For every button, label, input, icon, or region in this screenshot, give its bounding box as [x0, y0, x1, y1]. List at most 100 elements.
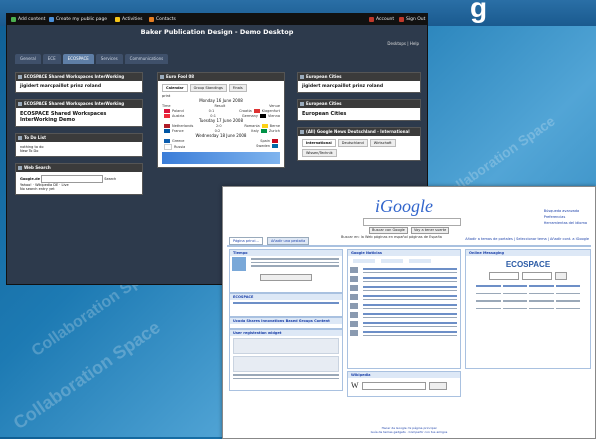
account-icon: [369, 17, 374, 22]
gadget-ecospace: ECOSPACE: [229, 293, 343, 317]
configure-button[interactable]: [260, 274, 312, 281]
gadget-user-registration: User registration widget: [229, 329, 343, 391]
widget-body[interactable]: European Cities: [298, 108, 420, 120]
desktop-column-1: ECOSPACE Shared Workspaces InterWorking …: [15, 72, 143, 201]
contacts-icon: [149, 17, 154, 22]
widget-title[interactable]: (All) Google News Deutschland - Internat…: [298, 128, 420, 136]
search-input[interactable]: [41, 175, 104, 183]
widget-title[interactable]: To Do List: [16, 134, 142, 142]
desktop-title: Baker Publication Design - Demo Desktop: [140, 28, 294, 36]
create-public-page-button[interactable]: Create my public page: [49, 14, 107, 25]
tab-wissen-technik[interactable]: Wissen/Technik: [302, 149, 337, 157]
gadget-title[interactable]: Ucoda Shares Innovations Based Groups Co…: [230, 318, 342, 324]
tab-general[interactable]: General: [15, 54, 41, 64]
language-tools-link[interactable]: Herramientas del idioma: [544, 220, 587, 226]
tab-group-standings[interactable]: Group Standings: [189, 84, 227, 92]
new-todo-link[interactable]: New To Do: [20, 149, 138, 153]
tab-ece[interactable]: ECE: [42, 54, 61, 64]
igoogle-right-links[interactable]: Añadir a temas de portales | Seleccionar…: [465, 237, 589, 241]
search-button[interactable]: Search: [104, 177, 116, 181]
wikipedia-search-button[interactable]: [428, 381, 447, 390]
wikipedia-search-input[interactable]: [361, 381, 426, 390]
watermark: Collaboration Space: [9, 316, 164, 434]
page-icon: [49, 17, 54, 22]
tab-main[interactable]: Página princi...: [229, 237, 263, 245]
euro-banner: [162, 152, 280, 164]
footer-links[interactable]: Guía de temas gadgets · Compartir con tu…: [223, 430, 595, 434]
desktop-topbar: Add content Create my public page Activi…: [7, 14, 427, 25]
match-row: Russia Sweden: [162, 143, 280, 150]
widget-shared-workspaces: ECOSPACE Shared Workspaces InterWorking …: [15, 72, 143, 93]
widget-euro: Euro Fool 08 Calendar Group Standings Fi…: [157, 72, 285, 168]
google-search-button[interactable]: Buscar con Google: [369, 227, 408, 234]
add-icon: [11, 17, 16, 22]
gadget-title[interactable]: User registration widget: [230, 330, 342, 336]
activities-button[interactable]: Activities: [115, 14, 143, 25]
gadget-news: Google Noticias: [347, 249, 461, 369]
col-header: Time: [162, 103, 171, 108]
desktop-links[interactable]: Desktops | Help: [387, 41, 419, 46]
contacts-button[interactable]: Contacts: [149, 14, 176, 25]
ecospace-logo: ECOSPACE: [505, 260, 551, 269]
widget-title[interactable]: European Cities: [298, 100, 420, 108]
activity-icon: [115, 17, 120, 22]
widget-title[interactable]: Euro Fool 08: [158, 73, 284, 81]
match-row: Netherlands 2:0 Romania Berne: [162, 123, 280, 128]
sign-out-icon: [399, 17, 404, 22]
gadget-weather: Tiempo: [229, 249, 343, 293]
tab-calendar[interactable]: Calendar: [162, 84, 188, 92]
search-scope[interactable]: Buscar en: la Web páginas en español pág…: [341, 235, 442, 239]
widget-title[interactable]: Web Search: [16, 164, 142, 172]
search-result: No search entry yet: [20, 187, 55, 191]
widget-title[interactable]: ECOSPACE Shared Workspaces InterWorking: [16, 73, 142, 81]
gadget-online-messaging: Online Messaging ECOSPACE: [465, 249, 591, 369]
lucky-button[interactable]: Voy a tener suerte: [411, 227, 450, 234]
widget-title[interactable]: European Cities: [298, 73, 420, 81]
search-options: Búsqueda avanzada Preferencias Herramien…: [544, 208, 587, 226]
tab-ecospace[interactable]: ECOSPACE: [62, 54, 94, 64]
tab-bar-divider: [227, 245, 591, 247]
wikipedia-logo: W: [351, 381, 359, 390]
tab-communications[interactable]: Communications: [124, 54, 169, 64]
widget-title[interactable]: ECOSPACE Shared Workspaces InterWorking: [16, 100, 142, 108]
login-button[interactable]: [555, 272, 567, 280]
gadget-wikipedia: Wikipedia W: [347, 371, 461, 397]
add-content-button[interactable]: Add content: [11, 14, 45, 25]
widget-body[interactable]: ECOSPACE Shared Workspaces InterWorking …: [16, 108, 142, 126]
widget-body: jigidert marcpaillot prinz roland: [302, 84, 384, 89]
gadget-shares: Ucoda Shares Innovations Based Groups Co…: [229, 317, 343, 329]
tab-wirtschaft[interactable]: Wirtschaft: [369, 139, 396, 147]
sign-out-button[interactable]: Sign Out: [399, 14, 425, 25]
gadget-title[interactable]: Wikipedia: [348, 372, 460, 378]
desktop-column-2: Euro Fool 08 Calendar Group Standings Fi…: [157, 72, 285, 174]
igoogle-screenshot: iGoogle Buscar con Google Voy a tener su…: [222, 186, 596, 439]
engine-link[interactable]: Live: [62, 183, 69, 187]
header-title-fragment: g: [470, 0, 488, 23]
tab-add[interactable]: Añadir una pestaña: [267, 237, 310, 245]
gadget-title[interactable]: Google Noticias: [348, 250, 460, 256]
tab-international[interactable]: International: [302, 139, 336, 147]
widget-web-search: Web Search Google.de Search Yahoo! · Wik…: [15, 163, 143, 195]
gadget-title[interactable]: Online Messaging: [466, 250, 590, 256]
widget-body: jigidert marcpaillot prinz roland: [20, 84, 102, 89]
login-input[interactable]: [489, 272, 519, 280]
widget-google-news: (All) Google News Deutschland - Internat…: [297, 127, 421, 161]
widget-european-cities-link: European Cities European Cities: [297, 99, 421, 121]
widget-european-cities: European Cities jigidert marcpaillot pri…: [297, 72, 421, 93]
weather-icon: [232, 257, 246, 271]
widget-todo: To Do List nothing to do New To Do: [15, 133, 143, 157]
password-input[interactable]: [522, 272, 552, 280]
tab-services[interactable]: Services: [95, 54, 123, 64]
igoogle-footer: Hacer de Google mi página principal Guía…: [223, 426, 595, 434]
account-button[interactable]: Account: [369, 14, 394, 25]
tab-finals[interactable]: Finals: [228, 84, 247, 92]
desktop-tabs: General ECE ECOSPACE Services Communicat…: [15, 54, 419, 64]
search-engine[interactable]: Google.de: [20, 177, 40, 181]
gadget-title[interactable]: ECOSPACE: [230, 294, 342, 300]
desktop-column-3: European Cities jigidert marcpaillot pri…: [297, 72, 421, 167]
widget-shared-workspaces-demo: ECOSPACE Shared Workspaces InterWorking …: [15, 99, 143, 127]
igoogle-logo: iGoogle: [375, 196, 433, 216]
col-header: Result: [214, 103, 226, 108]
search-input[interactable]: [363, 218, 461, 226]
tab-deutschland[interactable]: Deutschland: [337, 139, 368, 147]
